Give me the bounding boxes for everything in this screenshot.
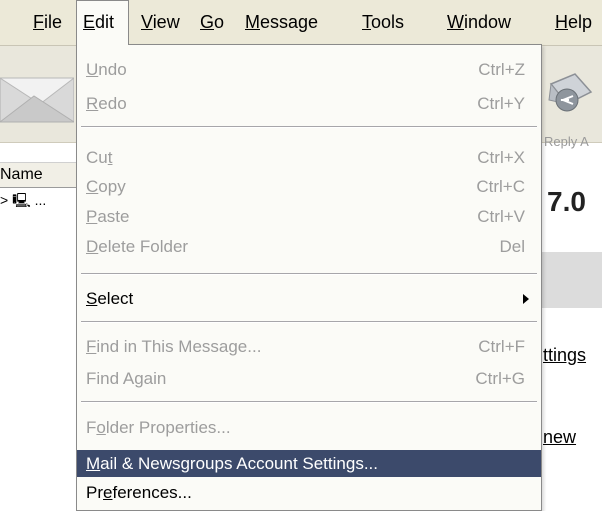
menu-item-find-again[interactable]: Find Again Ctrl+G <box>77 365 541 392</box>
menu-item-delete-folder[interactable]: Delete Folder Del <box>77 233 541 260</box>
menu-separator <box>81 273 537 275</box>
submenu-arrow-icon <box>523 294 529 304</box>
shortcut-copy: Ctrl+C <box>476 177 525 196</box>
menu-separator <box>81 126 537 128</box>
shortcut-find: Ctrl+F <box>478 337 525 356</box>
menu-item-select[interactable]: Select <box>77 285 541 312</box>
menu-view[interactable]: View <box>141 0 180 45</box>
menu-item-preferences[interactable]: Preferences... <box>77 479 541 506</box>
reply-all-label: Reply A <box>544 134 589 149</box>
shortcut-cut: Ctrl+X <box>477 148 525 167</box>
menu-edit[interactable]: Edit <box>76 0 129 45</box>
shortcut-paste: Ctrl+V <box>477 207 525 226</box>
menu-file[interactable]: File <box>33 0 62 45</box>
menu-window[interactable]: Window <box>447 0 511 45</box>
shortcut-find-again: Ctrl+G <box>475 369 525 388</box>
menu-item-undo[interactable]: Undo Ctrl+Z <box>77 56 541 83</box>
menu-item-paste[interactable]: Paste Ctrl+V <box>77 203 541 230</box>
menu-item-copy[interactable]: Copy Ctrl+C <box>77 173 541 200</box>
menu-help[interactable]: Help <box>555 0 592 45</box>
reply-all-icon[interactable] <box>545 70 602 116</box>
get-mail-icon[interactable] <box>0 60 74 130</box>
create-new-account-link[interactable]: new <box>543 427 576 448</box>
edit-menu-dropdown: Undo Ctrl+Z Redo Ctrl+Y Cut Ctrl+X Copy … <box>76 44 542 511</box>
menu-go[interactable]: Go <box>200 0 224 45</box>
menu-item-find-in-message[interactable]: Find in This Message... Ctrl+F <box>77 333 541 360</box>
menu-item-cut[interactable]: Cut Ctrl+X <box>77 144 541 171</box>
thunderbird-window: File Edit View Go Message Tools Window H… <box>0 0 602 511</box>
menu-separator <box>81 401 537 403</box>
folder-tree-row[interactable]: > 🖳 ... <box>0 190 78 212</box>
version-heading: 7.0 <box>547 186 586 217</box>
shortcut-redo: Ctrl+Y <box>477 94 525 113</box>
menu-message[interactable]: Message <box>245 0 318 45</box>
shortcut-delete: Del <box>499 237 525 256</box>
content-header-band <box>540 252 602 308</box>
folder-row-text: > 🖳 ... <box>0 192 47 208</box>
shortcut-undo: Ctrl+Z <box>478 60 525 79</box>
folder-pane-name-header[interactable]: Name <box>0 162 78 188</box>
menu-separator <box>81 321 537 323</box>
menu-item-redo[interactable]: Redo Ctrl+Y <box>77 90 541 117</box>
menu-bar: File Edit View Go Message Tools Window H… <box>0 0 602 46</box>
account-settings-link[interactable]: ttings <box>543 345 586 366</box>
menu-tools[interactable]: Tools <box>362 0 404 45</box>
menu-item-folder-properties[interactable]: Folder Properties... <box>77 414 541 441</box>
menu-item-account-settings[interactable]: Mail & Newsgroups Account Settings... <box>77 450 541 477</box>
